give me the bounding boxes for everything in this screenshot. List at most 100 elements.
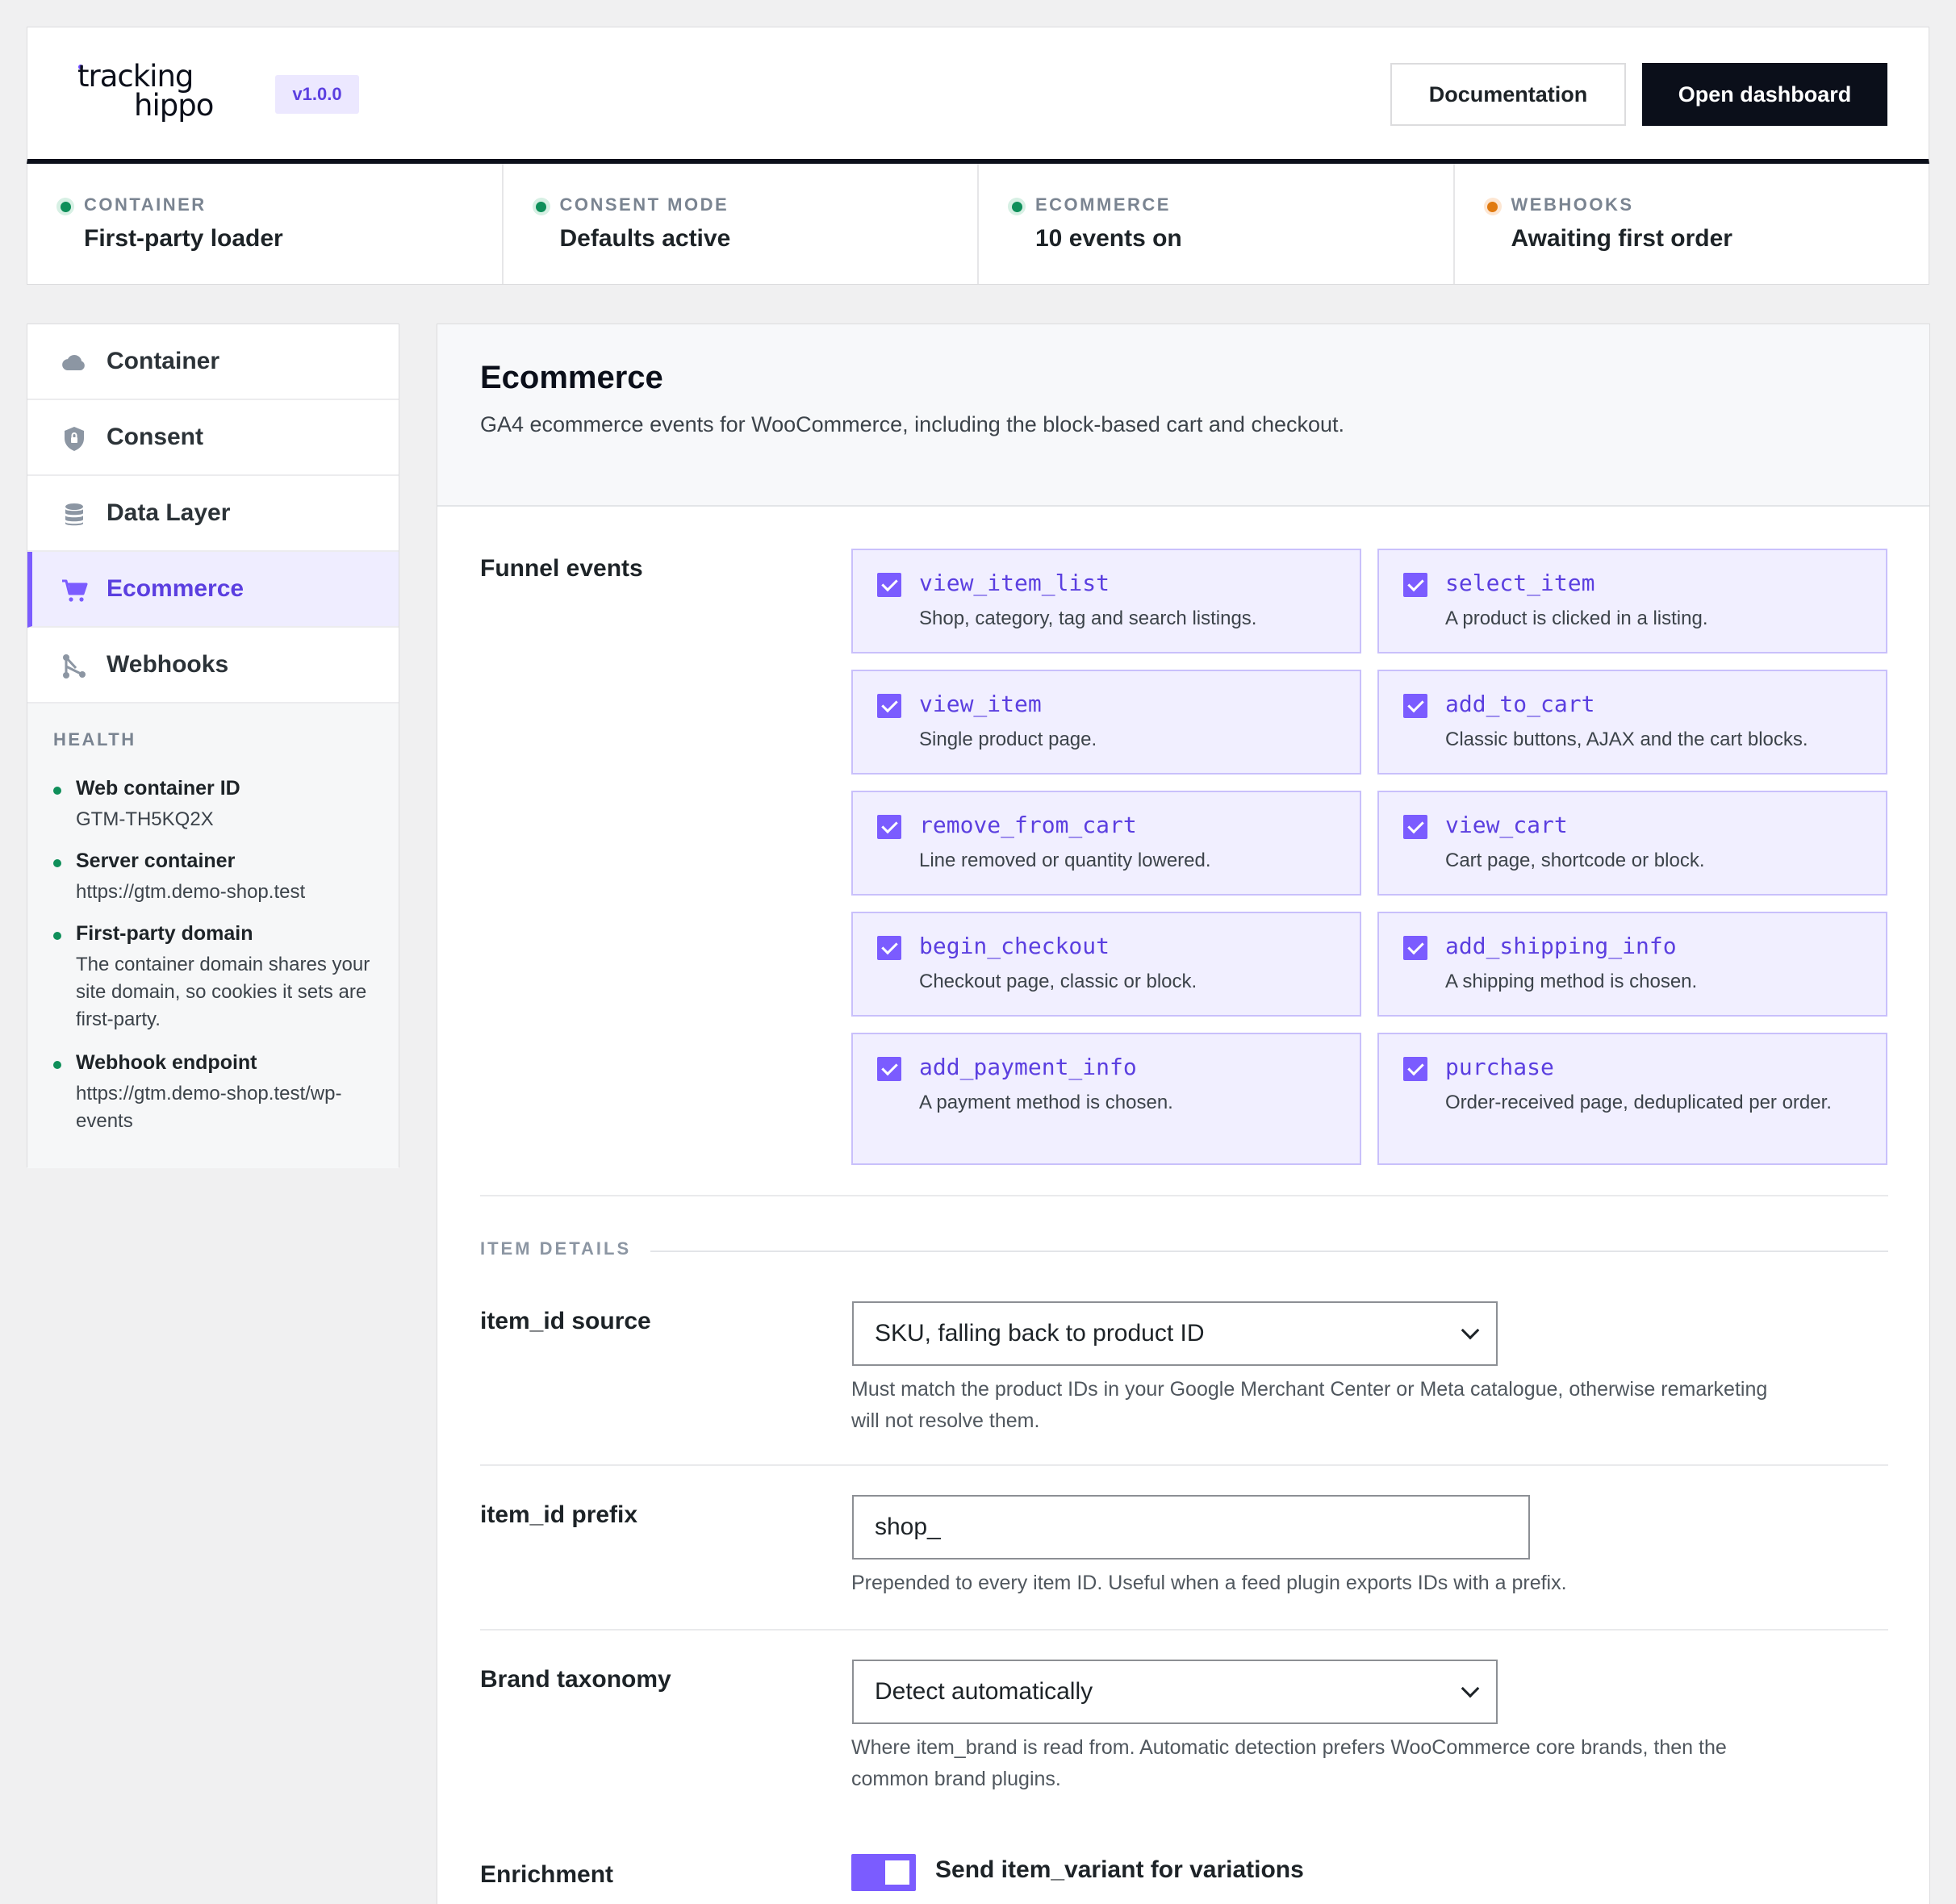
event-name: select_item (1445, 570, 1595, 596)
open-dashboard-button[interactable]: Open dashboard (1642, 63, 1887, 126)
health-item-value: https://gtm.demo-shop.test/wp-events (76, 1083, 342, 1132)
status-label: ECOMMERCE (1035, 194, 1171, 215)
checkbox-checked[interactable] (1403, 694, 1427, 718)
status-webhooks: WEBHOOKS Awaiting first order (1455, 164, 1929, 284)
event-name: begin_checkout (919, 933, 1110, 959)
health-item-value: GTM-TH5KQ2X (76, 808, 214, 830)
checkbox-checked[interactable] (877, 936, 901, 960)
status-ok-icon (56, 198, 74, 215)
status-value: 10 events on (1035, 225, 1182, 252)
event-description: A payment method is chosen. (919, 1092, 1173, 1113)
sidebar-item-webhooks[interactable]: Webhooks (27, 628, 399, 704)
event-card-begin-checkout[interactable]: begin_checkout Checkout page, classic or… (851, 912, 1361, 1017)
health-ok-icon (53, 1061, 61, 1069)
help-text: Prepended to every item ID. Useful when … (851, 1572, 1567, 1594)
database-icon (65, 503, 83, 526)
sidebar-item-label: Data Layer (107, 499, 231, 526)
health-item-value: https://gtm.demo-shop.test (76, 881, 306, 903)
health-item-value: The container domain shares your site do… (76, 954, 370, 1030)
item-id-prefix-input[interactable]: shop_ (852, 1495, 1530, 1560)
event-description: Order-received page, deduplicated per or… (1445, 1092, 1832, 1113)
event-name: remove_from_cart (919, 812, 1137, 838)
event-card-view-item[interactable]: view_item Single product page. (851, 670, 1361, 775)
event-card-add-shipping-info[interactable]: add_shipping_info A shipping method is c… (1377, 912, 1887, 1017)
sidebar-item-consent[interactable]: Consent (27, 400, 399, 476)
health-panel: HEALTH Web container ID GTM-TH5KQ2X Serv… (27, 704, 399, 1168)
event-card-purchase[interactable]: purchase Order-received page, deduplicat… (1377, 1033, 1887, 1165)
item-id-source-label: item_id source (480, 1308, 651, 1334)
shield-icon (65, 427, 84, 451)
status-value: Awaiting first order (1511, 225, 1732, 252)
event-name: view_item (919, 691, 1042, 717)
checkbox-checked[interactable] (1403, 573, 1427, 597)
divider (480, 1195, 1888, 1196)
top-header: tracking hippo v1.0.0 Documentation Open… (27, 27, 1929, 164)
sidebar-item-label: Container (107, 348, 220, 374)
checkbox-checked[interactable] (1403, 1057, 1427, 1081)
event-card-add-to-cart[interactable]: add_to_cart Classic buttons, AJAX and th… (1377, 670, 1887, 775)
help-text: Where item_brand is read from. Automatic… (851, 1736, 1727, 1790)
documentation-button[interactable]: Documentation (1390, 63, 1626, 126)
status-label: CONSENT MODE (559, 194, 729, 215)
checkbox-checked[interactable] (1403, 815, 1427, 839)
item-variant-toggle[interactable] (851, 1854, 916, 1891)
status-consent-mode: CONSENT MODE Defaults active (504, 164, 979, 284)
checkbox-checked[interactable] (877, 1057, 901, 1081)
checkbox-checked[interactable] (877, 815, 901, 839)
version-badge: v1.0.0 (275, 75, 359, 114)
event-card-view-cart[interactable]: view_cart Cart page, shortcode or block. (1377, 791, 1887, 896)
select-value: SKU, falling back to product ID (875, 1320, 1205, 1347)
sidebar-item-label: Ecommerce (107, 575, 245, 602)
status-value: Defaults active (559, 225, 731, 252)
sidebar-item-data-layer[interactable]: Data Layer (27, 476, 399, 552)
event-name: purchase (1445, 1054, 1554, 1080)
cart-icon (62, 579, 88, 602)
help-text: Must match the product IDs in your Googl… (851, 1378, 1768, 1432)
event-card-view-item-list[interactable]: view_item_list Shop, category, tag and s… (851, 549, 1361, 653)
brand-taxonomy-select[interactable]: Detect automatically (852, 1660, 1498, 1724)
enrichment-label: Enrichment (480, 1861, 614, 1888)
status-label: WEBHOOKS (1511, 194, 1634, 215)
sidebar-item-label: Webhooks (107, 651, 229, 678)
panel-header: Ecommerce GA4 ecommerce events for WooCo… (437, 324, 1929, 507)
logo-text-line2: hippo (134, 88, 214, 123)
select-value: Detect automatically (875, 1678, 1093, 1705)
event-description: Shop, category, tag and search listings. (919, 608, 1257, 629)
health-ok-icon (53, 787, 61, 795)
event-description: Single product page. (919, 729, 1097, 750)
event-card-select-item[interactable]: select_item A product is clicked in a li… (1377, 549, 1887, 653)
page-title: Ecommerce (480, 360, 663, 395)
event-name: add_shipping_info (1445, 933, 1677, 959)
sidebar-item-container[interactable]: Container (27, 324, 399, 400)
funnel-events-label: Funnel events (480, 555, 643, 582)
item-id-source-select[interactable]: SKU, falling back to product ID (852, 1301, 1498, 1366)
cloud-icon (62, 354, 85, 370)
event-card-remove-from-cart[interactable]: remove_from_cart Line removed or quantit… (851, 791, 1361, 896)
event-name: view_cart (1445, 812, 1568, 838)
trackinghippo-logo: tracking hippo (77, 61, 223, 126)
health-ok-icon (53, 932, 61, 940)
health-title: HEALTH (53, 729, 136, 749)
checkbox-checked[interactable] (877, 573, 901, 597)
checkbox-checked[interactable] (877, 694, 901, 718)
toggle-label: Send item_variant for variations (935, 1856, 1304, 1883)
event-description: Classic buttons, AJAX and the cart block… (1445, 729, 1808, 750)
health-item-name: Web container ID (76, 777, 240, 800)
event-description: Line removed or quantity lowered. (919, 850, 1211, 871)
status-label: CONTAINER (84, 194, 207, 215)
sidebar-item-ecommerce[interactable]: Ecommerce (27, 552, 399, 628)
item-details-caption: ITEM DETAILS (480, 1238, 632, 1259)
item-id-prefix-label: item_id prefix (480, 1501, 638, 1528)
event-name: add_payment_info (919, 1054, 1137, 1080)
page-description: GA4 ecommerce events for WooCommerce, in… (480, 412, 1345, 436)
checkbox-checked[interactable] (1403, 936, 1427, 960)
status-ecommerce: ECOMMERCE 10 events on (979, 164, 1455, 284)
divider (480, 1464, 1888, 1466)
event-description: A product is clicked in a listing. (1445, 608, 1708, 629)
event-description: A shipping method is chosen. (1445, 971, 1698, 992)
event-card-add-payment-info[interactable]: add_payment_info A payment method is cho… (851, 1033, 1361, 1165)
status-value: First-party loader (84, 225, 283, 252)
status-ok-icon (1008, 198, 1026, 215)
chevron-down-icon (1461, 1679, 1480, 1698)
divider (650, 1251, 1888, 1252)
